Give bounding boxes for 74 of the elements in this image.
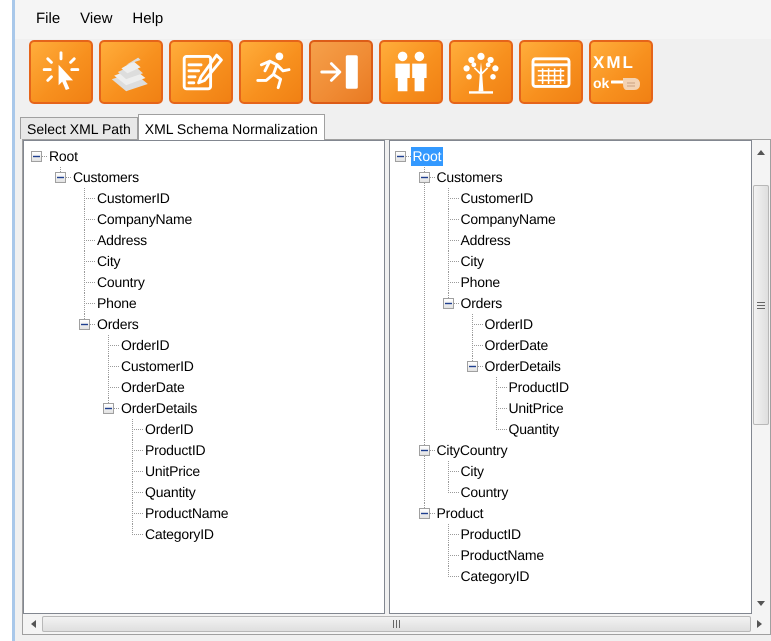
toolbar-button[interactable] <box>449 40 513 104</box>
toolbar-button[interactable] <box>519 40 583 104</box>
collapse-icon[interactable] <box>55 172 66 183</box>
tree-node[interactable]: CategoryID <box>143 525 216 544</box>
tree-node[interactable]: Root <box>47 147 80 166</box>
collapse-icon[interactable] <box>103 403 114 414</box>
tab[interactable]: XML Schema Normalization <box>138 114 325 140</box>
tree-node[interactable]: UnitPrice <box>143 462 202 481</box>
tree-node[interactable]: OrderID <box>119 336 172 355</box>
tree-node[interactable]: CompanyName <box>458 210 558 229</box>
collapse-icon[interactable] <box>31 151 42 162</box>
tree-node[interactable]: OrderDate <box>482 336 550 355</box>
tree-node[interactable]: CategoryID <box>458 567 532 586</box>
scroll-up-icon[interactable] <box>757 150 766 155</box>
tree-node[interactable]: ProductName <box>143 504 230 523</box>
tree-node[interactable]: Product <box>434 504 486 523</box>
xml-label: XML <box>593 54 635 71</box>
tree-node[interactable]: Customers <box>434 168 504 187</box>
tree-node[interactable]: OrderDetails <box>482 357 563 376</box>
tree-node[interactable]: Quantity <box>143 483 198 502</box>
tree-node[interactable]: ProductID <box>458 525 523 544</box>
tree-node[interactable]: OrderID <box>482 315 535 334</box>
tree-node[interactable]: ProductID <box>506 378 571 397</box>
tree-node[interactable]: ProductName <box>458 546 546 565</box>
tree-node[interactable]: Country <box>95 273 147 292</box>
tree-node[interactable]: Quantity <box>506 420 562 439</box>
ok-label: ok <box>593 76 610 90</box>
collapse-icon[interactable] <box>418 172 430 183</box>
menu-item[interactable]: Help <box>123 6 172 33</box>
collapse-icon[interactable] <box>418 508 430 519</box>
tree-node[interactable]: City <box>95 252 122 271</box>
toolbar-button[interactable] <box>29 40 93 104</box>
collapse-icon[interactable] <box>79 319 90 330</box>
toolbar-button[interactable] <box>309 40 373 104</box>
tree-node[interactable]: Customers <box>71 168 141 187</box>
scroll-left-icon[interactable] <box>31 620 36 628</box>
tree-node[interactable]: UnitPrice <box>506 399 566 418</box>
tree-node[interactable]: ProductID <box>143 441 208 460</box>
tree-node[interactable]: City <box>458 462 486 481</box>
collapse-icon[interactable] <box>394 151 406 162</box>
menu-item[interactable]: File <box>27 6 70 33</box>
collapse-icon[interactable] <box>442 298 454 309</box>
menu-item[interactable]: View <box>71 6 122 33</box>
collapse-icon[interactable] <box>466 361 478 372</box>
scroll-thumb[interactable] <box>42 616 751 632</box>
tree-node[interactable]: Phone <box>95 294 138 313</box>
tree-node[interactable]: Phone <box>458 273 502 292</box>
tree-node[interactable]: Country <box>458 483 510 502</box>
tab[interactable]: Select XML Path <box>20 117 138 139</box>
toolbar-button[interactable] <box>239 40 303 104</box>
tree-node[interactable]: CityCountry <box>434 441 510 460</box>
tree-node[interactable]: Orders <box>95 315 141 334</box>
tree-node[interactable]: OrderID <box>143 420 196 439</box>
tree-node[interactable]: CustomerID <box>458 189 536 208</box>
toolbar-button[interactable] <box>169 40 233 104</box>
tree-node[interactable]: OrderDetails <box>119 399 200 418</box>
tree-node[interactable]: Orders <box>458 294 504 313</box>
toolbar-button[interactable] <box>379 40 443 104</box>
toolbar-button[interactable] <box>99 40 163 104</box>
horizontal-scrollbar[interactable] <box>23 614 770 634</box>
vertical-scrollbar[interactable] <box>752 140 770 614</box>
scroll-down-icon[interactable] <box>757 601 766 606</box>
tree-node[interactable]: Address <box>95 231 149 250</box>
tree-node[interactable]: City <box>458 252 486 271</box>
scroll-right-icon[interactable] <box>757 620 762 628</box>
tree-node[interactable]: CustomerID <box>119 357 196 376</box>
grip-icon <box>757 302 766 308</box>
grip-icon <box>393 620 400 628</box>
scroll-thumb[interactable] <box>753 185 770 425</box>
tree-node[interactable]: Address <box>458 231 512 250</box>
tree-node[interactable]: OrderDate <box>119 378 187 397</box>
tree-node[interactable]: CustomerID <box>95 189 172 208</box>
collapse-icon[interactable] <box>418 445 430 456</box>
tree-node[interactable]: CompanyName <box>95 210 194 229</box>
